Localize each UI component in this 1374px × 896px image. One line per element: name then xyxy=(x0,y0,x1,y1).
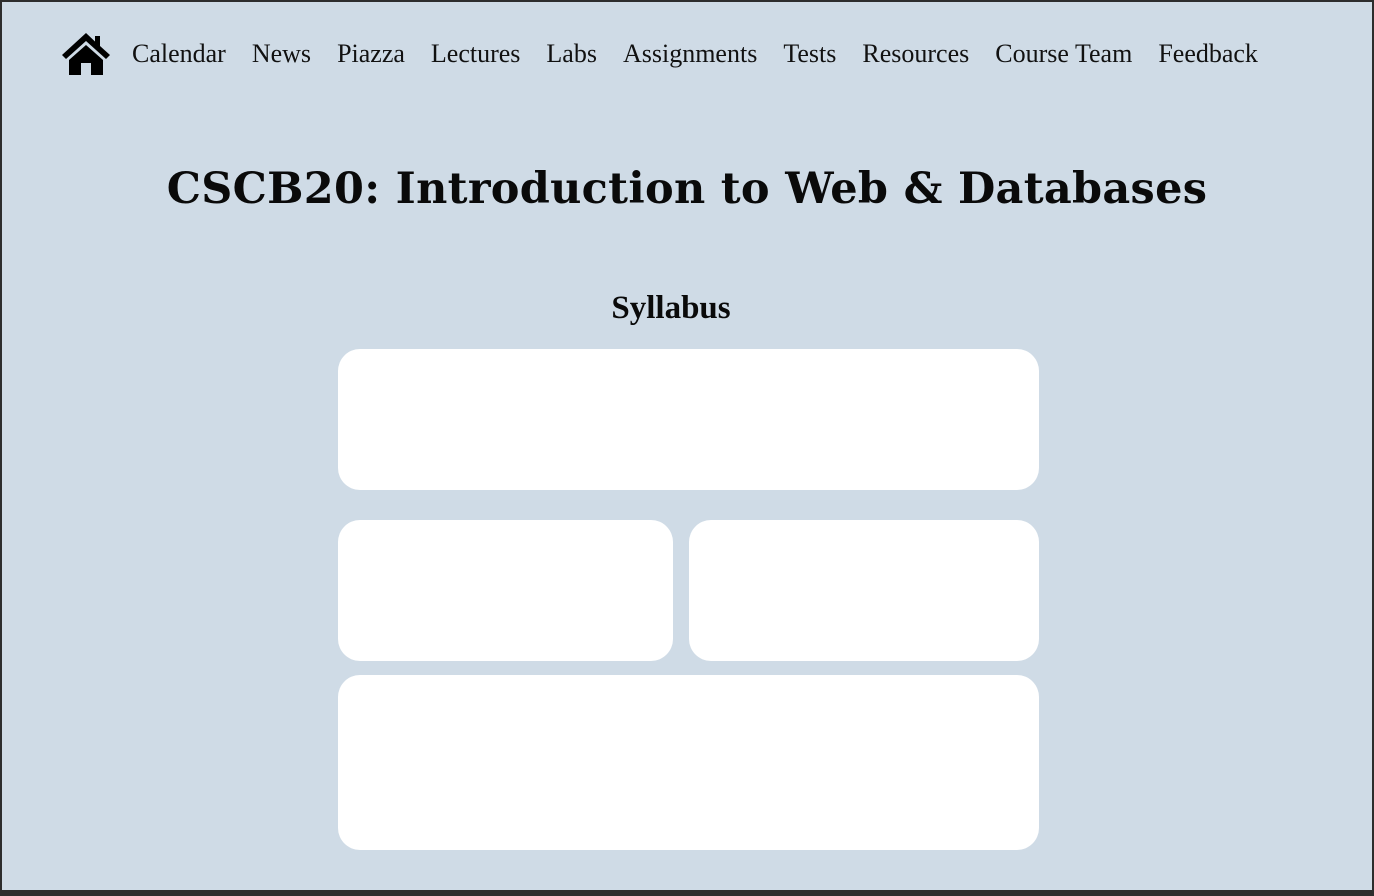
nav-link-feedback[interactable]: Feedback xyxy=(1158,39,1258,69)
syllabus-card-top xyxy=(338,349,1039,490)
nav-link-course-team[interactable]: Course Team xyxy=(995,39,1132,69)
nav-link-piazza[interactable]: Piazza xyxy=(337,39,405,69)
section-title: Syllabus xyxy=(611,290,731,326)
nav-link-assignments[interactable]: Assignments xyxy=(623,39,757,69)
page-frame: Calendar News Piazza Lectures Labs Assig… xyxy=(2,2,1372,890)
page-title: CSCB20: Introduction to Web & Databases xyxy=(166,164,1208,214)
syllabus-card-left xyxy=(338,520,673,661)
top-nav: Calendar News Piazza Lectures Labs Assig… xyxy=(60,30,1258,78)
syllabus-card-bottom xyxy=(338,675,1039,850)
nav-link-lectures[interactable]: Lectures xyxy=(431,39,521,69)
home-icon[interactable] xyxy=(60,31,112,77)
nav-link-tests[interactable]: Tests xyxy=(783,39,836,69)
nav-link-resources[interactable]: Resources xyxy=(862,39,969,69)
nav-link-labs[interactable]: Labs xyxy=(546,39,597,69)
nav-link-news[interactable]: News xyxy=(252,39,311,69)
nav-link-calendar[interactable]: Calendar xyxy=(132,39,226,69)
syllabus-card-right xyxy=(689,520,1039,661)
